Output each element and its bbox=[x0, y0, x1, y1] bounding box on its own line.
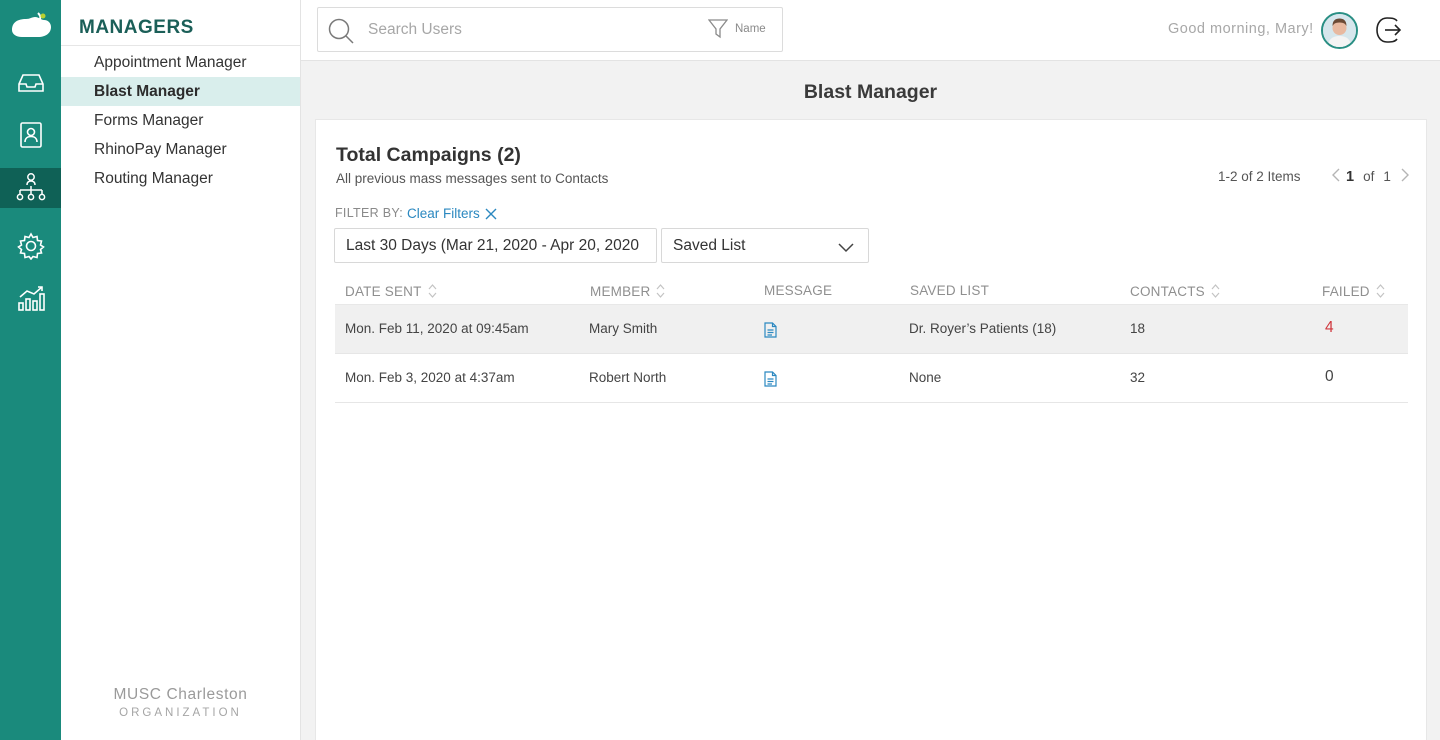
cell-saved-list: None bbox=[909, 370, 942, 385]
saved-list-select-value: Saved List bbox=[673, 237, 746, 254]
column-message: MESSAGE bbox=[764, 283, 832, 298]
chevron-down-icon bbox=[838, 243, 854, 253]
clear-filters-label: Clear Filters bbox=[407, 206, 480, 221]
page-title: Blast Manager bbox=[803, 81, 938, 103]
document-icon[interactable] bbox=[764, 371, 777, 392]
campaigns-card: Total Campaigns (2) All previous mass me… bbox=[315, 119, 1427, 740]
page-of-label: of bbox=[1363, 169, 1375, 184]
menu-item-blast-manager[interactable]: Blast Manager bbox=[61, 77, 300, 106]
search-box: Name bbox=[317, 7, 783, 52]
campaigns-subtitle: All previous mass messages sent to Conta… bbox=[336, 171, 609, 186]
campaigns-title: Total Campaigns (2) bbox=[336, 144, 521, 166]
cell-contacts: 32 bbox=[1130, 370, 1146, 385]
filter-icon[interactable] bbox=[707, 19, 729, 44]
column-contacts[interactable]: CONTACTS bbox=[1130, 283, 1220, 299]
search-input[interactable] bbox=[368, 18, 698, 42]
sort-icon bbox=[1211, 284, 1220, 298]
column-label: FAILED bbox=[1322, 283, 1370, 299]
icon-rail bbox=[0, 0, 61, 740]
organization-name: MUSC Charleston bbox=[113, 686, 248, 703]
cell-failed: 0 bbox=[1325, 368, 1334, 385]
contacts-icon[interactable] bbox=[0, 115, 61, 155]
organization-label: ORGANIZATION bbox=[119, 707, 242, 719]
column-failed[interactable]: FAILED bbox=[1322, 283, 1385, 299]
date-range-select[interactable]: Last 30 Days (Mar 21, 2020 - Apr 20, 202… bbox=[334, 228, 657, 263]
managers-panel: MANAGERS Appointment Manager Blast Manag… bbox=[61, 0, 301, 740]
menu-item-rhinopay-manager[interactable]: RhinoPay Manager bbox=[61, 135, 300, 164]
avatar[interactable] bbox=[1321, 12, 1358, 49]
cell-member: Robert North bbox=[589, 370, 667, 385]
chevron-right-icon[interactable] bbox=[1400, 167, 1410, 186]
document-icon[interactable] bbox=[764, 322, 777, 343]
analytics-icon[interactable] bbox=[0, 278, 61, 318]
cell-contacts: 18 bbox=[1130, 321, 1146, 336]
filter-by-label: FILTER BY: bbox=[335, 206, 404, 220]
table-row[interactable]: Mon. Feb 11, 2020 at 09:45am Mary Smith … bbox=[335, 305, 1408, 354]
chevron-left-icon[interactable] bbox=[1331, 167, 1341, 186]
sort-icon bbox=[1376, 284, 1385, 298]
campaigns-table: DATE SENT MEMBER MESSAGE SAVED LIST CONT… bbox=[335, 280, 1408, 403]
settings-icon[interactable] bbox=[0, 226, 61, 266]
menu-item-routing-manager[interactable]: Routing Manager bbox=[61, 164, 300, 193]
column-label: DATE SENT bbox=[345, 283, 422, 299]
column-label: SAVED LIST bbox=[910, 283, 990, 298]
table-row[interactable]: Mon. Feb 3, 2020 at 4:37am Robert North … bbox=[335, 354, 1408, 403]
current-page: 1 bbox=[1346, 168, 1355, 185]
saved-list-select[interactable]: Saved List bbox=[661, 228, 869, 263]
panel-title: MANAGERS bbox=[79, 17, 194, 38]
column-member[interactable]: MEMBER bbox=[590, 283, 665, 299]
column-label: MEMBER bbox=[590, 283, 651, 299]
sort-icon bbox=[428, 284, 437, 298]
column-date-sent[interactable]: DATE SENT bbox=[345, 283, 437, 299]
rhinogram-logo[interactable] bbox=[8, 10, 54, 42]
cell-date-sent: Mon. Feb 3, 2020 at 4:37am bbox=[345, 370, 515, 385]
close-icon bbox=[485, 208, 497, 219]
panel-divider bbox=[61, 45, 300, 46]
pagination: 1 of 1 bbox=[1331, 167, 1410, 186]
search-filter-label[interactable]: Name bbox=[735, 23, 766, 35]
logout-icon[interactable] bbox=[1374, 15, 1404, 50]
table-header: DATE SENT MEMBER MESSAGE SAVED LIST CONT… bbox=[335, 280, 1408, 305]
clear-filters-button[interactable]: Clear Filters bbox=[407, 206, 498, 221]
total-pages: 1 bbox=[1383, 169, 1391, 184]
cell-member: Mary Smith bbox=[589, 321, 658, 336]
column-label: CONTACTS bbox=[1130, 283, 1205, 299]
org-chart-icon[interactable] bbox=[0, 168, 61, 208]
column-label: MESSAGE bbox=[764, 283, 833, 298]
inbox-icon[interactable] bbox=[0, 63, 61, 103]
column-saved-list: SAVED LIST bbox=[910, 283, 989, 298]
greeting-text: Good morning, Mary! bbox=[1168, 21, 1314, 37]
search-icon[interactable] bbox=[327, 17, 355, 50]
cell-saved-list: Dr. Royer’s Patients (18) bbox=[909, 321, 1057, 336]
cell-date-sent: Mon. Feb 11, 2020 at 09:45am bbox=[345, 321, 529, 336]
menu-item-forms-manager[interactable]: Forms Manager bbox=[61, 106, 300, 135]
menu-item-appointment-manager[interactable]: Appointment Manager bbox=[61, 48, 300, 77]
top-bar: Name Good morning, Mary! bbox=[301, 0, 1440, 61]
managers-menu: Appointment Manager Blast Manager Forms … bbox=[61, 48, 300, 193]
pagination-summary: 1-2 of 2 Items bbox=[1218, 169, 1301, 184]
cell-failed: 4 bbox=[1325, 319, 1334, 336]
sort-icon bbox=[657, 284, 665, 298]
